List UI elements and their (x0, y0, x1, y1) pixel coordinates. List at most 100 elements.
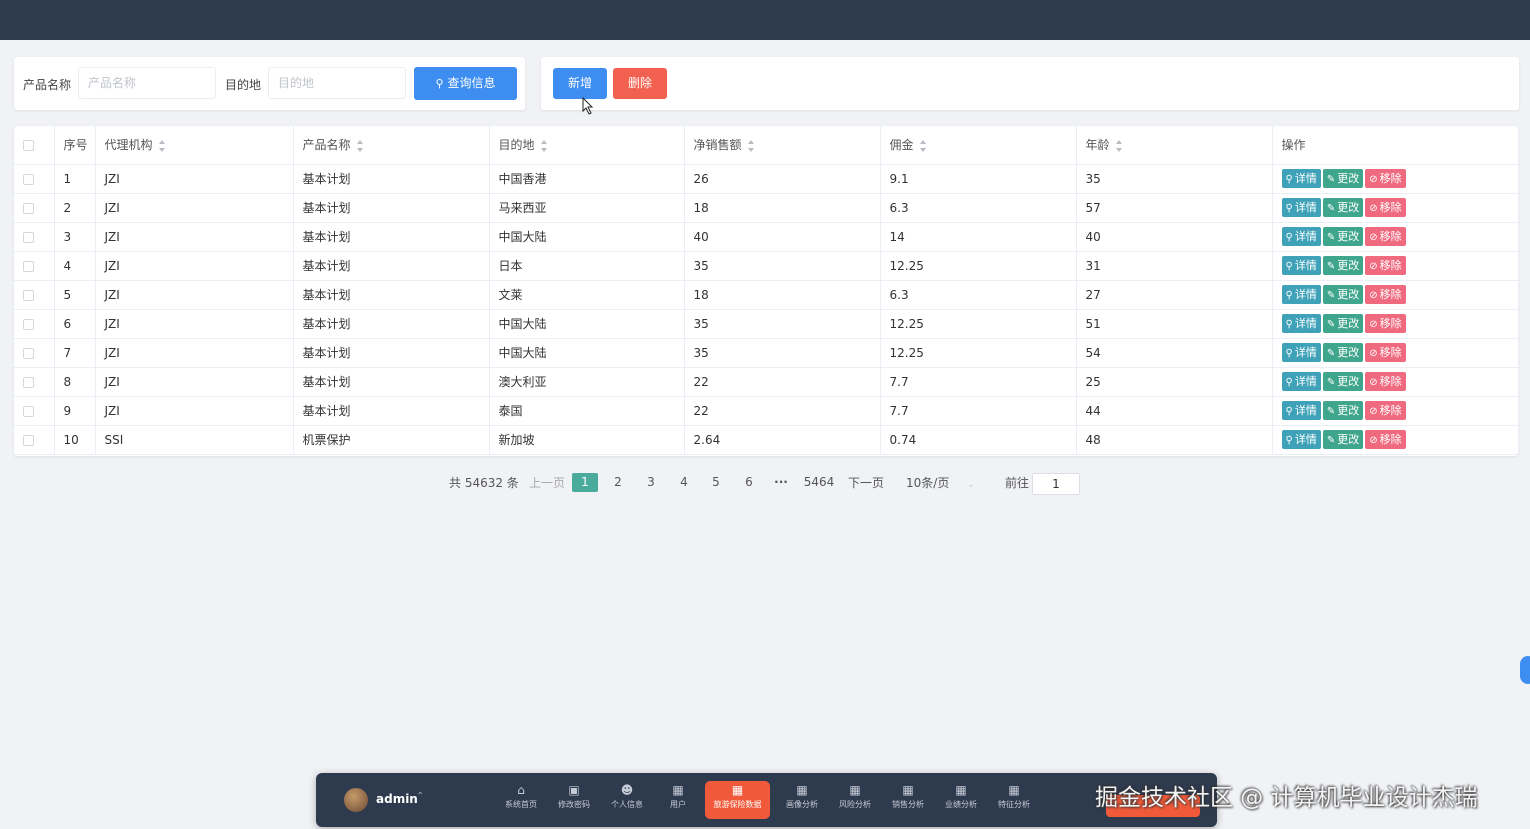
row-select-cell[interactable] (14, 251, 55, 281)
row-select-cell[interactable] (14, 367, 55, 397)
side-floating-button[interactable] (1520, 656, 1530, 684)
row-checkbox[interactable] (23, 260, 34, 272)
remove-button[interactable]: ⊘ 移除 (1365, 343, 1406, 362)
detail-button[interactable]: ⚲ 详情 (1281, 401, 1321, 420)
header-destination[interactable]: 目的地 (489, 126, 685, 165)
dock-item-6[interactable]: ▦ 风险分析 (833, 781, 877, 819)
row-checkbox[interactable] (23, 289, 34, 301)
edit-button[interactable]: ✎ 更改 (1322, 285, 1364, 304)
pagination-ellipsis[interactable]: ··· (771, 473, 791, 492)
remove-button[interactable]: ⊘ 移除 (1365, 314, 1406, 333)
remove-button[interactable]: ⊘ 移除 (1365, 227, 1406, 246)
detail-button[interactable]: ⚲ 详情 (1281, 227, 1321, 246)
remove-button[interactable]: ⊘ 移除 (1365, 401, 1406, 420)
chevron-up-icon[interactable]: ⌃ (416, 791, 424, 802)
row-select-cell[interactable] (14, 222, 55, 252)
cell-product: 基本计划 (293, 222, 490, 252)
dock-item-3[interactable]: ▦ 用户 (660, 781, 696, 819)
row-checkbox[interactable] (23, 347, 34, 359)
cell-age: 54 (1076, 338, 1273, 368)
edit-button[interactable]: ✎ 更改 (1322, 401, 1364, 420)
pagination-page-2[interactable]: 2 (608, 473, 628, 492)
pagination-page-5[interactable]: 5 (706, 473, 726, 492)
delete-button[interactable]: 删除 (613, 68, 667, 99)
dock-item-7[interactable]: ▦ 销售分析 (886, 781, 930, 819)
remove-button[interactable]: ⊘ 移除 (1365, 430, 1406, 449)
dock-item-9[interactable]: ▦ 特征分析 (992, 781, 1036, 819)
detail-button[interactable]: ⚲ 详情 (1281, 372, 1321, 391)
pagination-next[interactable]: 下一页 (848, 473, 884, 493)
dock-item-1[interactable]: ▣ 修改密码 (552, 781, 596, 819)
row-select-cell[interactable] (14, 338, 55, 368)
sort-caret-icon[interactable] (158, 139, 166, 152)
destination-input[interactable]: 目的地 (268, 67, 406, 99)
dock-item-5[interactable]: ▦ 画像分析 (780, 781, 824, 819)
product-name-input[interactable]: 产品名称 (78, 67, 216, 99)
row-select-cell[interactable] (14, 164, 55, 194)
header-product[interactable]: 产品名称 (293, 126, 490, 165)
edit-button[interactable]: ✎ 更改 (1322, 227, 1364, 246)
remove-button[interactable]: ⊘ 移除 (1365, 198, 1406, 217)
pagination-page-3[interactable]: 3 (641, 473, 661, 492)
row-checkbox[interactable] (23, 318, 34, 330)
pagination-prev[interactable]: 上一页 (529, 473, 565, 493)
pagination-page-4[interactable]: 4 (674, 473, 694, 492)
avatar[interactable] (344, 788, 368, 812)
edit-button[interactable]: ✎ 更改 (1322, 314, 1364, 333)
edit-button[interactable]: ✎ 更改 (1322, 198, 1364, 217)
sort-caret-icon[interactable] (356, 139, 364, 152)
row-checkbox[interactable] (23, 202, 34, 214)
edit-button[interactable]: ✎ 更改 (1322, 256, 1364, 275)
search-icon: ⚲ (1285, 174, 1293, 185)
remove-button[interactable]: ⊘ 移除 (1365, 256, 1406, 275)
pagination-page-1[interactable]: 1 (572, 473, 598, 492)
remove-button[interactable]: ⊘ 移除 (1365, 372, 1406, 391)
page-size-select[interactable]: 10条/页 ⌄ (906, 473, 975, 493)
detail-button[interactable]: ⚲ 详情 (1281, 314, 1321, 333)
edit-button[interactable]: ✎ 更改 (1322, 169, 1364, 188)
row-select-cell[interactable] (14, 425, 55, 455)
detail-button[interactable]: ⚲ 详情 (1281, 343, 1321, 362)
remove-button[interactable]: ⊘ 移除 (1365, 285, 1406, 304)
sort-caret-icon[interactable] (747, 139, 755, 152)
detail-button[interactable]: ⚲ 详情 (1281, 169, 1321, 188)
select-all-checkbox[interactable] (23, 139, 34, 151)
dock-item-2[interactable]: ☻ 个人信息 (605, 781, 649, 819)
row-checkbox[interactable] (23, 434, 34, 446)
sort-caret-icon[interactable] (919, 139, 927, 152)
select-all-cell[interactable] (14, 126, 55, 165)
header-net-sales[interactable]: 净销售额 (684, 126, 881, 165)
row-select-cell[interactable] (14, 280, 55, 310)
row-select-cell[interactable] (14, 396, 55, 426)
detail-button[interactable]: ⚲ 详情 (1281, 430, 1321, 449)
dock-item-0[interactable]: ⌂ 系统首页 (499, 781, 543, 819)
header-agency[interactable]: 代理机构 (95, 126, 294, 165)
cell-destination: 泰国 (489, 396, 685, 426)
row-checkbox[interactable] (23, 376, 34, 388)
detail-button[interactable]: ⚲ 详情 (1281, 198, 1321, 217)
row-checkbox[interactable] (23, 231, 34, 243)
header-commission[interactable]: 佣金 (880, 126, 1077, 165)
row-select-cell[interactable] (14, 309, 55, 339)
edit-button[interactable]: ✎ 更改 (1322, 430, 1364, 449)
pagination-page-6[interactable]: 6 (739, 473, 759, 492)
edit-button[interactable]: ✎ 更改 (1322, 372, 1364, 391)
goto-page-input[interactable]: 1 (1032, 473, 1080, 495)
query-button[interactable]: ⚲ 查询信息 (414, 67, 517, 100)
row-select-cell[interactable] (14, 193, 55, 223)
edit-button[interactable]: ✎ 更改 (1322, 343, 1364, 362)
detail-button[interactable]: ⚲ 详情 (1281, 256, 1321, 275)
add-button[interactable]: 新增 (553, 68, 607, 99)
header-age[interactable]: 年龄 (1076, 126, 1273, 165)
dock-item-4[interactable]: ▦ 旅游保险数据 (705, 781, 770, 819)
sort-caret-icon[interactable] (540, 139, 548, 152)
sort-caret-icon[interactable] (1115, 139, 1123, 152)
dock-item-8[interactable]: ▦ 业绩分析 (939, 781, 983, 819)
row-checkbox[interactable] (23, 405, 34, 417)
row-checkbox[interactable] (23, 173, 34, 185)
pagination-page-last[interactable]: 5464 (803, 473, 835, 492)
remove-button[interactable]: ⊘ 移除 (1365, 169, 1406, 188)
username[interactable]: admin (376, 792, 418, 806)
grid-icon: ▦ (955, 783, 967, 797)
detail-button[interactable]: ⚲ 详情 (1281, 285, 1321, 304)
